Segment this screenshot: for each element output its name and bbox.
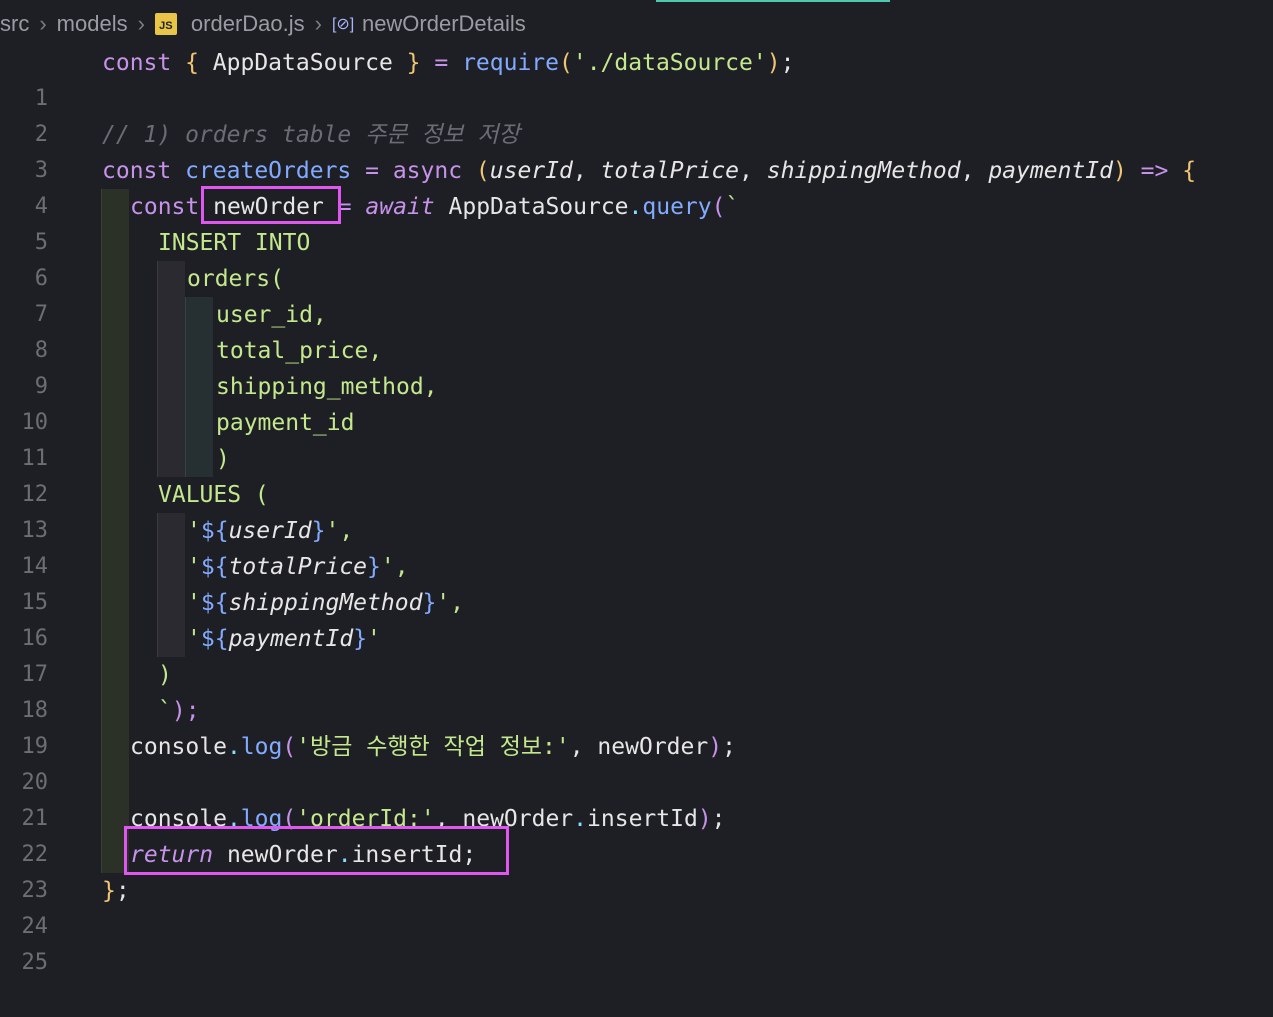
- indent-guide: [157, 261, 185, 297]
- code-text: const { AppDataSource } = require('./dat…: [102, 50, 795, 76]
- code-string: payment_id: [216, 410, 355, 436]
- code-line: 10 shipping_method,: [0, 369, 1273, 435]
- code-text: '${shippingMethod}',: [187, 590, 464, 616]
- code-text: '${paymentId}': [187, 626, 381, 652]
- code-line: 25: [0, 909, 1273, 975]
- indent-guide: [101, 657, 129, 693]
- indent-guide: [185, 441, 213, 477]
- code-string: orders(: [187, 266, 284, 292]
- breadcrumb-item-symbol[interactable]: newOrderDetails: [362, 11, 526, 37]
- variable-symbol-icon: [⊘]: [331, 16, 355, 33]
- indent-guide: [101, 621, 129, 657]
- chevron-right-icon: ›: [314, 11, 322, 36]
- code-line: 5 const newOrder = await AppDataSource.q…: [0, 189, 1273, 255]
- code-line: 3 // 1) orders table 주문 정보 저장: [0, 117, 1273, 183]
- indent-guide: [101, 477, 129, 513]
- breadcrumb-item-file[interactable]: orderDao.js: [191, 11, 305, 37]
- indent-guide: [101, 441, 129, 477]
- code-line: 13 VALUES (: [0, 477, 1273, 543]
- code-line: 21: [0, 765, 1273, 831]
- indent-guide: [101, 261, 129, 297]
- indent-guide: [157, 297, 185, 333]
- code-string: shipping_method,: [216, 374, 438, 400]
- indent-guide: [101, 297, 129, 333]
- javascript-file-icon: JS: [154, 13, 177, 35]
- indent-guide: [101, 693, 129, 729]
- indent-guide: [101, 369, 129, 405]
- code-line: 9 total_price,: [0, 333, 1273, 399]
- code-string: INSERT INTO: [158, 230, 311, 256]
- indent-guide: [157, 549, 185, 585]
- code-text: '${totalPrice}',: [187, 554, 409, 580]
- code-line: 20 console.log('방금 수행한 작업 정보:', newOrder…: [0, 729, 1273, 795]
- code-line: 17 '${paymentId}': [0, 621, 1273, 687]
- code-text: };: [102, 878, 130, 904]
- code-line: 12 ): [0, 441, 1273, 507]
- code-string: VALUES (: [158, 482, 269, 508]
- indent-guide: [157, 513, 185, 549]
- code-line: 24 };: [0, 873, 1273, 939]
- code-line: 16 '${shippingMethod}',: [0, 585, 1273, 651]
- indent-guide: [185, 297, 213, 333]
- line-number: 25: [21, 950, 49, 975]
- code-line: 2: [0, 81, 1273, 147]
- code-line: 19 `);: [0, 693, 1273, 759]
- indent-guide: [101, 729, 129, 765]
- code-text: console.log('방금 수행한 작업 정보:', newOrder);: [130, 734, 736, 760]
- breadcrumb: src › models › JS orderDao.js › [⊘] newO…: [0, 0, 1273, 48]
- code-string: total_price,: [216, 338, 383, 364]
- indent-guide: [101, 225, 129, 261]
- indent-guide: [185, 333, 213, 369]
- code-editor[interactable]: 1 const { AppDataSource } = require('./d…: [0, 45, 1273, 975]
- code-line: 14 '${userId}',: [0, 513, 1273, 579]
- indent-guide: [101, 189, 129, 225]
- breadcrumb-item-src[interactable]: src: [0, 11, 29, 37]
- indent-guide: [101, 549, 129, 585]
- code-line: 1 const { AppDataSource } = require('./d…: [0, 45, 1273, 111]
- code-line: 8 user_id,: [0, 297, 1273, 363]
- code-line: 6 INSERT INTO: [0, 225, 1273, 291]
- chevron-right-icon: ›: [39, 11, 47, 36]
- code-text: '${userId}',: [187, 518, 354, 544]
- indent-guide: [101, 765, 129, 801]
- indent-guide: [101, 585, 129, 621]
- indent-guide: [157, 621, 185, 657]
- breadcrumb-item-models[interactable]: models: [57, 11, 128, 37]
- code-string: ): [158, 662, 172, 688]
- chevron-right-icon: ›: [137, 11, 145, 36]
- indent-guide: [185, 369, 213, 405]
- code-line: 18 ): [0, 657, 1273, 723]
- code-string: user_id,: [216, 302, 327, 328]
- code-text: `);: [158, 698, 200, 724]
- code-comment: // 1) orders table 주문 정보 저장: [102, 122, 520, 148]
- indent-guide: [101, 513, 129, 549]
- code-line: 4 const createOrders = async (userId, to…: [0, 153, 1273, 219]
- indent-guide: [101, 333, 129, 369]
- code-line: 15 '${totalPrice}',: [0, 549, 1273, 615]
- indent-guide: [157, 585, 185, 621]
- indent-guide: [157, 333, 185, 369]
- indent-guide: [185, 405, 213, 441]
- indent-guide: [157, 369, 185, 405]
- highlight-box-return: [124, 826, 509, 875]
- indent-guide: [157, 405, 185, 441]
- code-line: 11 payment_id: [0, 405, 1273, 471]
- highlight-box-neworder: [201, 186, 341, 224]
- code-line: 7 orders(: [0, 261, 1273, 327]
- indent-guide: [101, 405, 129, 441]
- code-string: ): [216, 446, 230, 472]
- indent-guide: [157, 441, 185, 477]
- code-text: const createOrders = async (userId, tota…: [102, 158, 1197, 184]
